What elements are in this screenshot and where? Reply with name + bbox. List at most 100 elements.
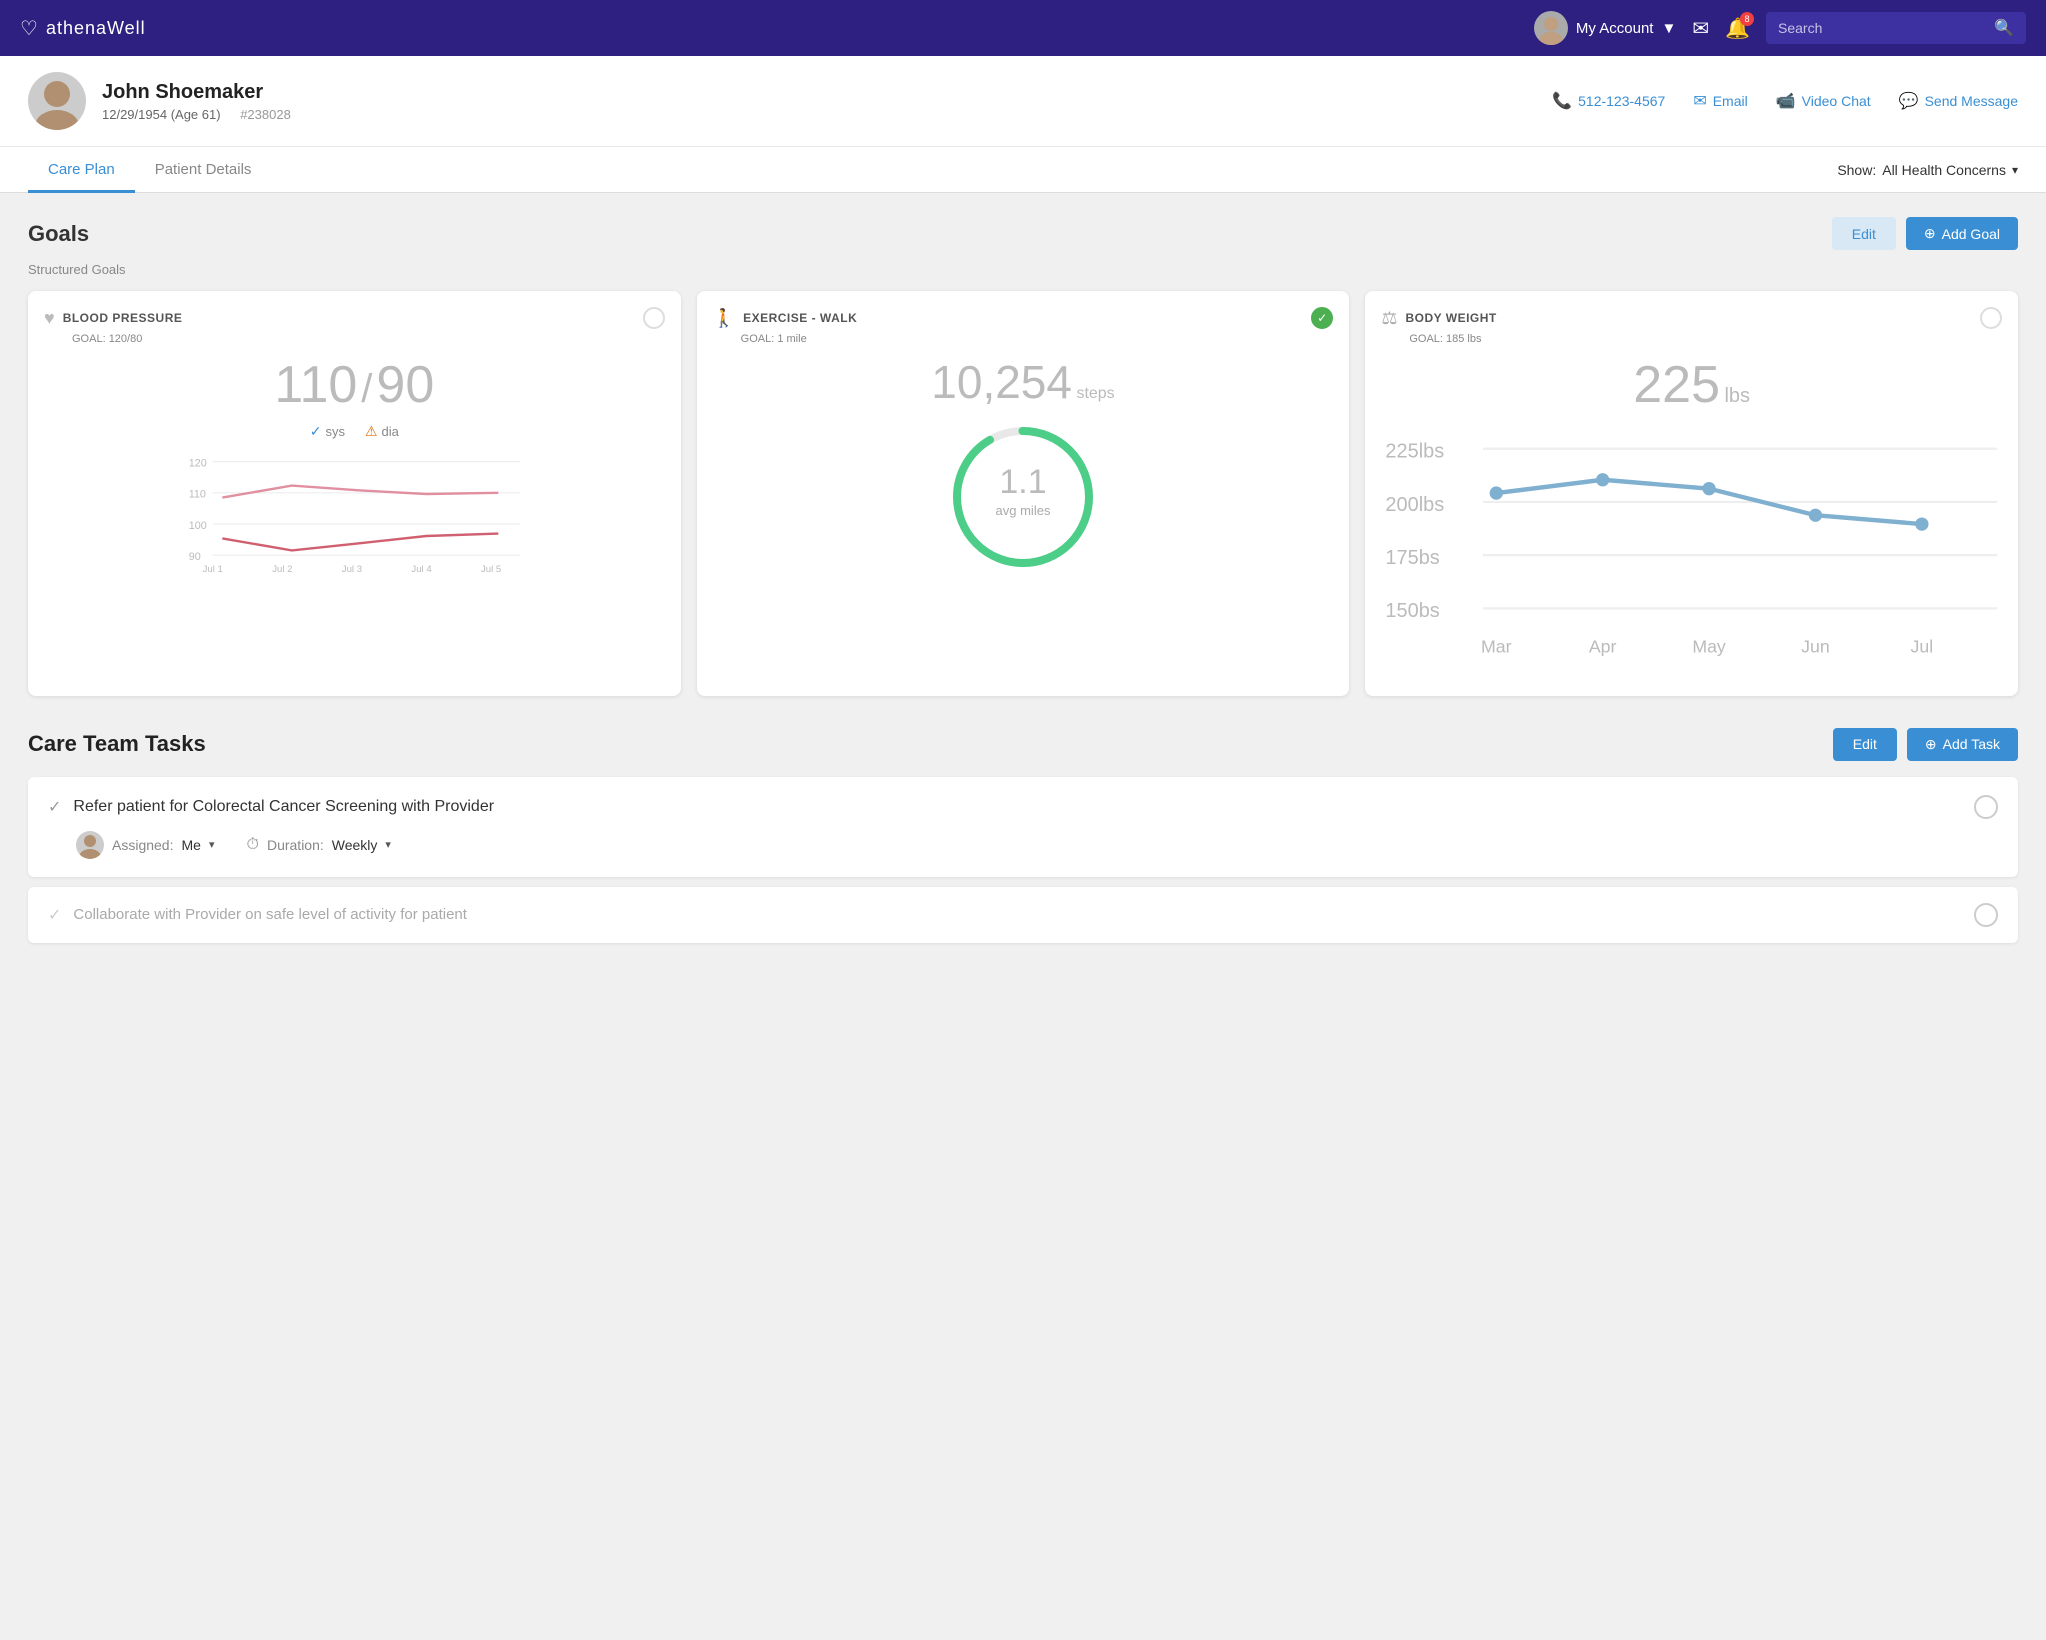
bp-card-header: ♥ BLOOD PRESSURE: [44, 307, 665, 329]
tab-patient-details[interactable]: Patient Details: [135, 147, 272, 193]
tasks-add-button[interactable]: ⊕ Add Task: [1907, 728, 2018, 761]
weight-achieved-check[interactable]: [1980, 307, 2002, 329]
logo-area: ♡ athenaWell: [20, 16, 146, 41]
goal-card-body-weight: ⚖ BODY WEIGHT GOAL: 185 lbs 225 lbs 225l…: [1365, 291, 2018, 696]
goals-edit-button[interactable]: Edit: [1832, 217, 1896, 250]
svg-text:Jul 3: Jul 3: [342, 564, 362, 572]
patient-id: #238028: [240, 107, 291, 122]
tab-care-plan[interactable]: Care Plan: [28, 147, 135, 193]
goals-actions: Edit ⊕ Add Goal: [1832, 217, 2018, 250]
sys-label: sys: [325, 424, 345, 439]
bp-sys-value: 110: [274, 355, 357, 415]
task-toggle[interactable]: [1974, 795, 1998, 819]
weight-goal-subtitle: GOAL: 185 lbs: [1409, 333, 2002, 345]
my-account-menu[interactable]: My Account ▼: [1534, 11, 1676, 45]
video-chat-label: Video Chat: [1802, 93, 1871, 109]
add-task-plus-icon: ⊕: [1925, 736, 1937, 753]
phone-icon: 📞: [1552, 91, 1572, 111]
task-card-muted: ✓ Collaborate with Provider on safe leve…: [28, 887, 2018, 943]
svg-text:Jul 2: Jul 2: [272, 564, 292, 572]
assigned-value: Me: [181, 837, 200, 853]
task-muted-check-icon: ✓: [48, 905, 61, 925]
goals-add-button[interactable]: ⊕ Add Goal: [1906, 217, 2018, 250]
email-label: Email: [1713, 93, 1748, 109]
bp-reading: 110 / 90: [44, 355, 665, 415]
weight-value: 225: [1633, 356, 1720, 414]
svg-text:Jul 4: Jul 4: [411, 564, 432, 572]
exercise-goal-subtitle: GOAL: 1 mile: [741, 333, 1334, 345]
patient-name: John Shoemaker: [102, 81, 291, 104]
weight-chart: 225lbs 200lbs 175bs 150bs Ma: [1381, 431, 2002, 680]
video-icon: 📹: [1776, 91, 1796, 111]
logo-heart-icon: ♡: [20, 16, 38, 41]
duration-dropdown-icon[interactable]: ▾: [385, 838, 391, 851]
bp-title-row: ♥ BLOOD PRESSURE: [44, 308, 182, 329]
patient-bar: John Shoemaker 12/29/1954 (Age 61) #2380…: [0, 56, 2046, 147]
account-avatar: [1534, 11, 1568, 45]
svg-text:90: 90: [189, 551, 201, 563]
patient-info: John Shoemaker 12/29/1954 (Age 61) #2380…: [102, 81, 291, 122]
weight-unit: lbs: [1724, 385, 1750, 407]
main-content: Goals Edit ⊕ Add Goal Structured Goals ♥…: [0, 193, 2046, 967]
bp-chart: 120 110 100 90 Jul 1 Jul 2 Jul: [44, 452, 665, 572]
messages-icon[interactable]: ✉: [1692, 16, 1709, 41]
email-action[interactable]: ✉ Email: [1693, 91, 1747, 111]
tasks-edit-button[interactable]: Edit: [1833, 728, 1897, 761]
tasks-actions: Edit ⊕ Add Task: [1833, 728, 2018, 761]
steps-unit: steps: [1076, 385, 1114, 402]
assigned-dropdown-icon[interactable]: ▾: [209, 838, 215, 851]
heart-icon: ♥: [44, 308, 55, 329]
task-muted-top: ✓ Collaborate with Provider on safe leve…: [48, 903, 1998, 927]
svg-text:225lbs: 225lbs: [1386, 441, 1445, 463]
search-box[interactable]: 🔍: [1766, 12, 2026, 44]
exercise-title-row: 🚶 EXERCISE - WALK: [713, 308, 858, 329]
notification-badge: 8: [1740, 12, 1754, 26]
task-card-active: ✓ Refer patient for Colorectal Cancer Sc…: [28, 777, 2018, 877]
send-message-label: Send Message: [1925, 93, 2018, 109]
phone-action[interactable]: 📞 512-123-4567: [1552, 91, 1665, 111]
send-message-action[interactable]: 💬 Send Message: [1899, 91, 2018, 111]
app-name: athenaWell: [46, 18, 146, 39]
goal-card-exercise: 🚶 EXERCISE - WALK ✓ GOAL: 1 mile 10,254 …: [697, 291, 1350, 696]
exercise-achieved-check[interactable]: ✓: [1311, 307, 1333, 329]
patient-avatar: [28, 72, 86, 130]
search-icon[interactable]: 🔍: [1994, 18, 2014, 38]
notifications-icon[interactable]: 🔔 8: [1725, 16, 1750, 41]
filter-chevron-icon: ▾: [2012, 163, 2018, 177]
duration-value: Weekly: [332, 837, 378, 853]
video-chat-action[interactable]: 📹 Video Chat: [1776, 91, 1871, 111]
svg-text:Apr: Apr: [1589, 637, 1617, 657]
svg-text:Jun: Jun: [1802, 637, 1831, 657]
care-team-tasks-section: Care Team Tasks Edit ⊕ Add Task ✓ Refer …: [28, 728, 2018, 943]
add-goal-plus-icon: ⊕: [1924, 225, 1936, 242]
steps-value: 10,254: [931, 356, 1072, 408]
exercise-reading: 10,254 steps: [713, 355, 1334, 409]
task-assigned: Assigned: Me ▾: [76, 831, 214, 859]
circle-gauge-svg: 1.1 avg miles: [943, 417, 1103, 577]
svg-text:avg miles: avg miles: [996, 503, 1051, 518]
svg-text:Mar: Mar: [1481, 637, 1512, 657]
goals-section-header: Goals Edit ⊕ Add Goal: [28, 217, 2018, 250]
patient-meta: 12/29/1954 (Age 61) #238028: [102, 107, 291, 122]
weight-chart-svg: 225lbs 200lbs 175bs 150bs Ma: [1381, 431, 2002, 675]
weight-card-header: ⚖ BODY WEIGHT: [1381, 307, 2002, 329]
goal-card-blood-pressure: ♥ BLOOD PRESSURE GOAL: 120/80 110 / 90 ✓…: [28, 291, 681, 696]
message-icon: 💬: [1899, 91, 1919, 111]
my-account-label: My Account: [1576, 20, 1654, 37]
svg-text:100: 100: [189, 520, 207, 532]
assigned-label: Assigned:: [112, 837, 173, 853]
task-muted-toggle[interactable]: [1974, 903, 1998, 927]
patient-age: (Age 61): [171, 107, 221, 122]
circle-gauge: 1.1 avg miles: [713, 417, 1334, 577]
my-account-chevron-icon: ▼: [1661, 20, 1676, 37]
structured-goals-label: Structured Goals: [28, 262, 2018, 277]
show-filter[interactable]: Show: All Health Concerns ▾: [1837, 148, 2018, 192]
svg-text:120: 120: [189, 457, 207, 469]
add-goal-label: Add Goal: [1942, 226, 2000, 242]
bp-indicators: ✓ sys ⚠ dia: [44, 423, 665, 440]
search-input[interactable]: [1778, 20, 1986, 36]
exercise-card-header: 🚶 EXERCISE - WALK ✓: [713, 307, 1334, 329]
patient-dob: 12/29/1954: [102, 107, 167, 122]
exercise-title: EXERCISE - WALK: [743, 311, 857, 325]
bp-achieved-check[interactable]: [643, 307, 665, 329]
